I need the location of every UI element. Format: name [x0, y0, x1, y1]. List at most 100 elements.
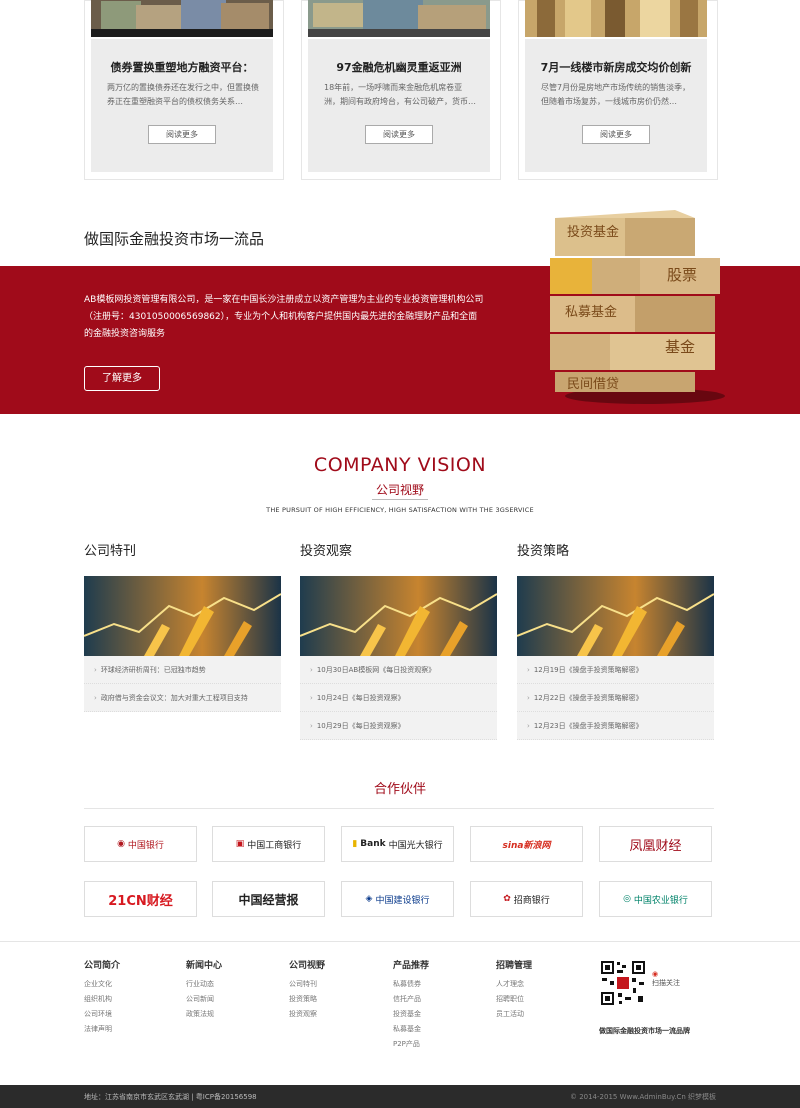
partner-logo-cmb[interactable]: ✿ 招商银行: [470, 881, 583, 917]
partner-logo-ccb[interactable]: ◈ 中国建设银行: [341, 881, 454, 917]
footer-link[interactable]: 公司新闻: [186, 992, 276, 1007]
learn-more-button[interactable]: 了解更多: [84, 366, 160, 391]
column-title[interactable]: 公司特刊: [84, 540, 281, 576]
news-body: 7月一线楼市新房成交均价创新 尽管7月份是房地产市场传统的销售淡季，但随着市场复…: [525, 39, 707, 172]
footer-col-title[interactable]: 产品推荐: [393, 958, 483, 971]
article-list: 10月30日AB模板网《每日投资观察》 10月24日《每日投资观察》 10月29…: [300, 656, 497, 740]
footer-col-title[interactable]: 招聘管理: [496, 958, 586, 971]
news-thumbnail[interactable]: [308, 0, 490, 37]
footer-address: 地址：江苏省南京市玄武区玄武湖 | 粤ICP备20156598: [84, 1093, 257, 1101]
footer-link[interactable]: 公司特刊: [289, 977, 379, 992]
column-investment-strategy: 投资策略 12月19日《操盘手投资策略解密》 12月22日《操盘手投资策略解密》…: [517, 540, 714, 740]
partner-name: 中国工商银行: [247, 840, 302, 851]
column-title[interactable]: 投资观察: [300, 540, 497, 576]
wood-blocks-illustration: 投资基金 股票 私募基金 基金 民间借贷: [545, 200, 745, 410]
list-item[interactable]: 12月19日《操盘手投资策略解密》: [517, 656, 714, 684]
news-thumbnail[interactable]: [525, 0, 707, 37]
footer-link[interactable]: 招聘职位: [496, 992, 586, 1007]
boc-logo-icon: ◉: [117, 839, 125, 849]
block-label: 民间借贷: [567, 377, 619, 392]
footer-col-title[interactable]: 公司简介: [84, 958, 174, 971]
footer-link[interactable]: 私募基金: [393, 1022, 483, 1037]
ccb-logo-icon: ◈: [365, 894, 373, 904]
partner-sub: Bank: [360, 839, 386, 849]
footer-bottom-bar: 地址：江苏省南京市玄武区玄武湖 | 粤ICP备20156598 © 2014-2…: [0, 1085, 800, 1108]
list-item[interactable]: 环球经济研析周刊：已冠独市趋势: [84, 656, 281, 684]
news-card[interactable]: 7月一线楼市新房成交均价创新 尽管7月份是房地产市场传统的销售淡季，但随着市场复…: [518, 0, 718, 180]
column-image[interactable]: [84, 576, 281, 656]
footer-col-vision: 公司视野 公司特刊 投资策略 投资观察: [289, 958, 379, 1022]
news-excerpt: 尽管7月份是房地产市场传统的销售淡季，但随着市场复苏，一线城市房价仍然…: [541, 83, 691, 106]
column-title[interactable]: 投资策略: [517, 540, 714, 576]
news-title[interactable]: 7月一线楼市新房成交均价创新: [525, 59, 707, 75]
section-title-en: COMPANY VISION: [313, 454, 487, 476]
footer-link[interactable]: 政策法规: [186, 1007, 276, 1022]
news-excerpt: 18年前，一场呼啸而来金融危机席卷亚洲，期间有政府垮台，有公司破产，货币…: [324, 83, 476, 106]
column-company-journal: 公司特刊 环球经济研析周刊：已冠独市趋势 政府借与资金会议文：加大对重大工程项目…: [84, 540, 281, 712]
footer-link[interactable]: 组织机构: [84, 992, 174, 1007]
partner-name: 中国光大银行: [388, 840, 443, 851]
block-label: 私募基金: [565, 304, 617, 320]
partner-logo-21cn[interactable]: 21CN财经: [84, 881, 197, 917]
section-subtitle: THE PURSUIT OF HIGH EFFICIENCY, HIGH SAT…: [266, 506, 534, 514]
footer-col-title[interactable]: 公司视野: [289, 958, 379, 971]
news-body: 债券置换重塑地方融资平台： 两万亿的置换债券还在发行之中，但置换债券正在重塑融资…: [91, 39, 273, 172]
partner-logo-boc[interactable]: ◉ 中国银行: [84, 826, 197, 862]
partner-name: 中国经营报: [238, 892, 299, 907]
footer-link[interactable]: 私募债券: [393, 977, 483, 992]
footer-link[interactable]: 人才理念: [496, 977, 586, 992]
list-item[interactable]: 政府借与资金会议文：加大对重大工程项目支持: [84, 684, 281, 712]
article-list: 12月19日《操盘手投资策略解密》 12月22日《操盘手投资策略解密》 12月2…: [517, 656, 714, 740]
abc-logo-icon: ◎: [623, 894, 631, 904]
news-title[interactable]: 债券置换重塑地方融资平台：: [91, 59, 273, 75]
partner-logo-cbj[interactable]: 中国经营报: [212, 881, 325, 917]
divider: [84, 808, 714, 809]
read-more-button[interactable]: 阅读更多: [148, 125, 216, 144]
partner-logo-ifeng[interactable]: 凤凰财经: [599, 826, 712, 862]
news-row: 债券置换重塑地方融资平台： 两万亿的置换债券还在发行之中，但置换债券正在重塑融资…: [84, 0, 718, 180]
column-image[interactable]: [300, 576, 497, 656]
partner-name: 中国银行: [127, 840, 164, 851]
partner-logo-icbc[interactable]: ▣ 中国工商银行: [212, 826, 325, 862]
partner-logo-sina[interactable]: sina新浪网: [470, 826, 583, 862]
list-item[interactable]: 12月22日《操盘手投资策略解密》: [517, 684, 714, 712]
footer-col-about: 公司简介 企业文化 组织机构 公司环境 法律声明: [84, 958, 174, 1037]
footer-divider: [0, 941, 800, 942]
footer-link[interactable]: 投资基金: [393, 1007, 483, 1022]
footer-link[interactable]: 行业动态: [186, 977, 276, 992]
news-thumbnail[interactable]: [91, 0, 273, 37]
footer-link[interactable]: 信托产品: [393, 992, 483, 1007]
footer-link[interactable]: 投资策略: [289, 992, 379, 1007]
footer-col-news: 新闻中心 行业动态 公司新闻 政策法规: [186, 958, 276, 1022]
qr-code-icon: [600, 960, 646, 1006]
banner-title: 做国际金融投资市场一流品: [84, 230, 265, 248]
footer-link[interactable]: 投资观察: [289, 1007, 379, 1022]
block-label: 投资基金: [567, 224, 619, 240]
footer-link[interactable]: 公司环境: [84, 1007, 174, 1022]
news-card[interactable]: 97金融危机幽灵重返亚洲 18年前，一场呼啸而来金融危机席卷亚洲，期间有政府垮台…: [301, 0, 501, 180]
list-item[interactable]: 10月24日《每日投资观察》: [300, 684, 497, 712]
partner-logo-ceb[interactable]: ▮ Bank 中国光大银行: [341, 826, 454, 862]
news-title[interactable]: 97金融危机幽灵重返亚洲: [308, 59, 490, 75]
footer-link[interactable]: 企业文化: [84, 977, 174, 992]
weibo-follow[interactable]: ◉ 扫描关注: [652, 970, 680, 988]
partner-name: 招商银行: [513, 895, 550, 906]
read-more-button[interactable]: 阅读更多: [365, 125, 433, 144]
footer-link[interactable]: 员工活动: [496, 1007, 586, 1022]
list-item[interactable]: 12月23日《操盘手投资策略解密》: [517, 712, 714, 740]
list-item[interactable]: 10月30日AB模板网《每日投资观察》: [300, 656, 497, 684]
divider: [372, 499, 428, 500]
list-item[interactable]: 10月29日《每日投资观察》: [300, 712, 497, 740]
news-body: 97金融危机幽灵重返亚洲 18年前，一场呼啸而来金融危机席卷亚洲，期间有政府垮台…: [308, 39, 490, 172]
footer-link[interactable]: 法律声明: [84, 1022, 174, 1037]
partners-title: 合作伙伴: [373, 782, 426, 797]
footer-link[interactable]: P2P产品: [393, 1037, 483, 1052]
news-card[interactable]: 债券置换重塑地方融资平台： 两万亿的置换债券还在发行之中，但置换债券正在重塑融资…: [84, 0, 284, 180]
column-image[interactable]: [517, 576, 714, 656]
footer-col-title[interactable]: 新闻中心: [186, 958, 276, 971]
cmb-logo-icon: ✿: [503, 894, 511, 904]
icbc-logo-icon: ▣: [235, 839, 245, 849]
partner-logo-abc[interactable]: ◎ 中国农业银行: [599, 881, 712, 917]
weibo-label: 扫描关注: [652, 979, 680, 987]
read-more-button[interactable]: 阅读更多: [582, 125, 650, 144]
